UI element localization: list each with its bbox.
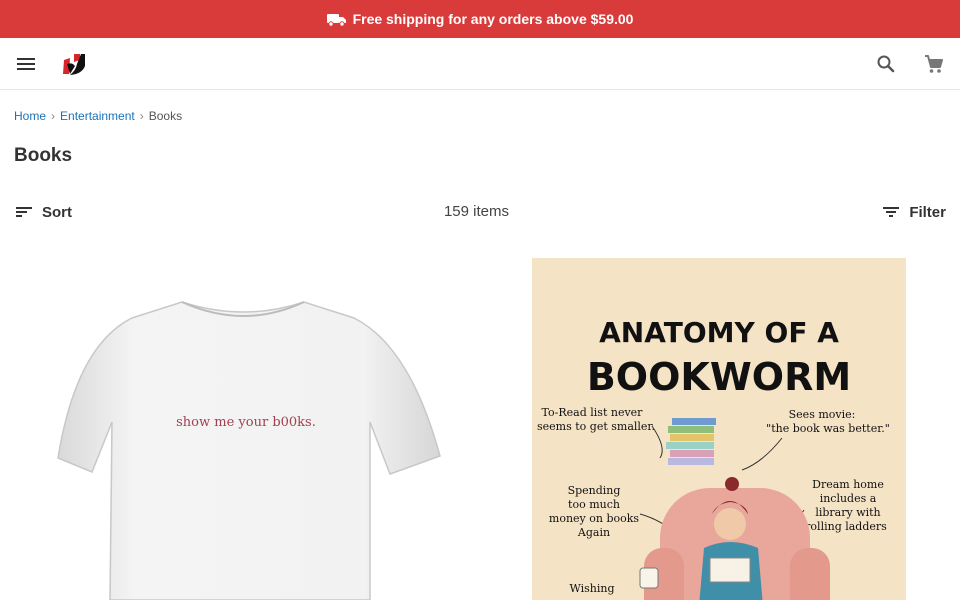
breadcrumb-home[interactable]: Home (14, 109, 46, 123)
poster-note: library with (815, 506, 880, 519)
item-count: 159 items (443, 203, 510, 220)
menu-button[interactable] (14, 52, 38, 76)
filter-icon (883, 207, 900, 217)
poster-note: too much (568, 498, 620, 511)
search-icon (877, 55, 895, 73)
filter-button[interactable]: Filter (881, 200, 946, 224)
product-image-poster: ANATOMY OF A BOOKWORM To-Read list never… (532, 258, 906, 600)
product-card[interactable]: show me your b00ks. (14, 244, 464, 600)
site-header (0, 38, 960, 90)
poster-note: Spending (568, 484, 621, 497)
poster-note: "the book was better." (766, 422, 890, 435)
poster-note: seems to get smaller. (537, 420, 655, 433)
breadcrumb-current: Books (148, 109, 183, 123)
poster-title-line1: ANATOMY OF A (599, 316, 839, 349)
search-button[interactable] (874, 52, 898, 76)
brand-logo[interactable] (60, 50, 88, 78)
poster-note: Again (577, 526, 610, 539)
product-card[interactable]: ANATOMY OF A BOOKWORM To-Read list never… (496, 244, 946, 600)
breadcrumb-entertainment[interactable]: Entertainment (60, 109, 135, 123)
product-image-tshirt: show me your b00ks. (57, 301, 441, 600)
poster-note: Wishing (569, 582, 614, 595)
poster-title-line2: BOOKWORM (587, 355, 851, 399)
poster-note: To-Read list never (542, 406, 644, 419)
chevron-right-icon: › (139, 109, 144, 123)
chevron-right-icon: › (51, 109, 56, 123)
truck-icon (326, 14, 346, 27)
cart-button[interactable] (922, 52, 946, 76)
poster-note: Sees movie: (789, 408, 856, 421)
page-title: Books (14, 145, 73, 166)
filter-label: Filter (909, 203, 946, 221)
tshirt-print-text: show me your b00ks. (176, 415, 316, 430)
poster-note: includes a (820, 492, 877, 505)
breadcrumb: Home › Entertainment › Books (14, 109, 182, 123)
promo-bar: Free shipping for any orders above $59.0… (0, 0, 960, 38)
poster-note: money on books (549, 512, 640, 525)
poster-note: rolling ladders (805, 520, 887, 533)
listing-toolbar: Sort 159 items Filter (0, 200, 960, 224)
poster-note: Dream home (812, 478, 884, 491)
menu-icon (17, 58, 35, 70)
cart-icon (925, 55, 943, 73)
promo-text: Free shipping for any orders above $59.0… (352, 11, 634, 27)
